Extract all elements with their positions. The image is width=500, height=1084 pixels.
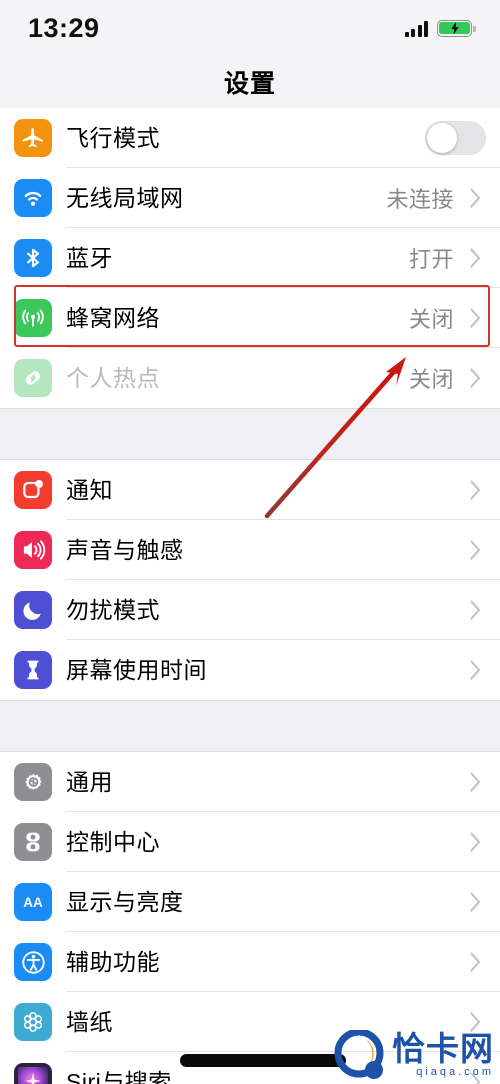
display-brightness-icon: AA xyxy=(14,883,52,921)
watermark-name: 恰卡网 xyxy=(392,1030,494,1067)
accessibility-icon xyxy=(14,943,52,981)
chevron-right-icon xyxy=(464,771,486,793)
settings-row-value: 关闭 xyxy=(408,367,454,392)
personal-hotspot-icon xyxy=(14,359,52,397)
settings-row-display-brightness[interactable]: AA 显示与亮度 xyxy=(0,872,500,932)
settings-row-label: 蜂窝网络 xyxy=(66,304,160,331)
settings-row-label: 勿扰模式 xyxy=(66,596,160,623)
watermark-logo-icon xyxy=(334,1030,384,1079)
nav-bar: 设置 xyxy=(0,56,500,108)
settings-row-label: 通知 xyxy=(66,476,113,503)
settings-row-label: 控制中心 xyxy=(66,828,160,855)
chevron-right-icon xyxy=(464,539,486,561)
gear-icon xyxy=(14,763,52,801)
settings-row-wifi[interactable]: 无线局域网 未连接 xyxy=(0,168,500,228)
wallpaper-icon xyxy=(14,1003,52,1041)
group-separator xyxy=(0,700,500,752)
settings-row-accessibility[interactable]: 辅助功能 xyxy=(0,932,500,992)
svg-text:AA: AA xyxy=(23,895,43,910)
airplane-mode-toggle[interactable] xyxy=(425,121,486,155)
control-center-icon xyxy=(14,823,52,861)
airplane-icon xyxy=(14,119,52,157)
settings-row-label: 个人热点 xyxy=(66,364,160,391)
settings-group: 通知声音与触感勿扰模式屏幕使用时间 xyxy=(0,460,500,700)
group-separator xyxy=(0,408,500,460)
settings-row-value: 未连接 xyxy=(386,187,454,212)
settings-row-notifications[interactable]: 通知 xyxy=(0,460,500,520)
status-bar: 13:29 xyxy=(0,0,500,56)
watermark: 恰卡网 qiaqa.com xyxy=(332,1030,494,1080)
screen-time-icon xyxy=(14,651,52,689)
status-bar-time: 13:29 xyxy=(28,12,100,43)
settings-row-label: 显示与亮度 xyxy=(66,888,184,915)
chevron-right-icon xyxy=(464,599,486,621)
settings-row-label: 蓝牙 xyxy=(66,244,113,271)
settings-screen: 13:29 设置 飞行模式 无线局域网 未连接 蓝牙 打开 蜂窝网络 关闭 个人热点 关闭 通知声… xyxy=(0,0,500,1084)
sounds-haptics-icon xyxy=(14,531,52,569)
siri-icon xyxy=(14,1063,52,1084)
bluetooth-icon xyxy=(14,239,52,277)
settings-row-gear[interactable]: 通用 xyxy=(0,752,500,812)
settings-row-screen-time[interactable]: 屏幕使用时间 xyxy=(0,640,500,700)
settings-row-label: 飞行模式 xyxy=(66,124,160,151)
chevron-right-icon xyxy=(464,951,486,973)
settings-row-label: 屏幕使用时间 xyxy=(66,656,207,683)
do-not-disturb-icon xyxy=(14,591,52,629)
chevron-right-icon xyxy=(464,367,486,389)
settings-row-sounds-haptics[interactable]: 声音与触感 xyxy=(0,520,500,580)
signal-bars-icon xyxy=(404,20,428,37)
settings-row-cellular[interactable]: 蜂窝网络 关闭 xyxy=(0,288,500,348)
status-bar-indicators xyxy=(404,19,476,37)
chevron-right-icon xyxy=(464,247,486,269)
page-title: 设置 xyxy=(223,70,276,98)
settings-group: 飞行模式 无线局域网 未连接 蓝牙 打开 蜂窝网络 关闭 个人热点 关闭 xyxy=(0,108,500,408)
settings-row-label: 无线局域网 xyxy=(66,184,184,211)
chevron-right-icon xyxy=(464,187,486,209)
settings-list: 飞行模式 无线局域网 未连接 蓝牙 打开 蜂窝网络 关闭 个人热点 关闭 通知 声音与触感 勿扰模式屏… xyxy=(0,108,500,1084)
redaction-bar-annotation xyxy=(180,1054,346,1067)
toggle-knob xyxy=(427,123,457,153)
settings-row-label: 通用 xyxy=(66,768,113,795)
settings-row-control-center[interactable]: 控制中心 xyxy=(0,812,500,872)
bolt-icon xyxy=(450,21,459,35)
wifi-icon xyxy=(14,179,52,217)
chevron-right-icon xyxy=(464,659,486,681)
settings-row-airplane[interactable]: 飞行模式 xyxy=(0,108,500,168)
chevron-right-icon xyxy=(464,479,486,501)
settings-row-value: 打开 xyxy=(408,247,454,272)
chevron-right-icon xyxy=(464,307,486,329)
settings-row-bluetooth[interactable]: 蓝牙 打开 xyxy=(0,228,500,288)
cellular-icon xyxy=(14,299,52,337)
notifications-icon xyxy=(14,471,52,509)
settings-row-do-not-disturb[interactable]: 勿扰模式 xyxy=(0,580,500,640)
settings-row-value: 关闭 xyxy=(408,307,454,332)
watermark-domain: qiaqa.com xyxy=(416,1066,494,1078)
settings-row-label: 声音与触感 xyxy=(66,536,184,563)
battery-charging-icon xyxy=(437,19,476,37)
chevron-right-icon xyxy=(464,831,486,853)
settings-row-personal-hotspot[interactable]: 个人热点 关闭 xyxy=(0,348,500,408)
chevron-right-icon xyxy=(464,891,486,913)
settings-row-label: 辅助功能 xyxy=(66,948,160,975)
